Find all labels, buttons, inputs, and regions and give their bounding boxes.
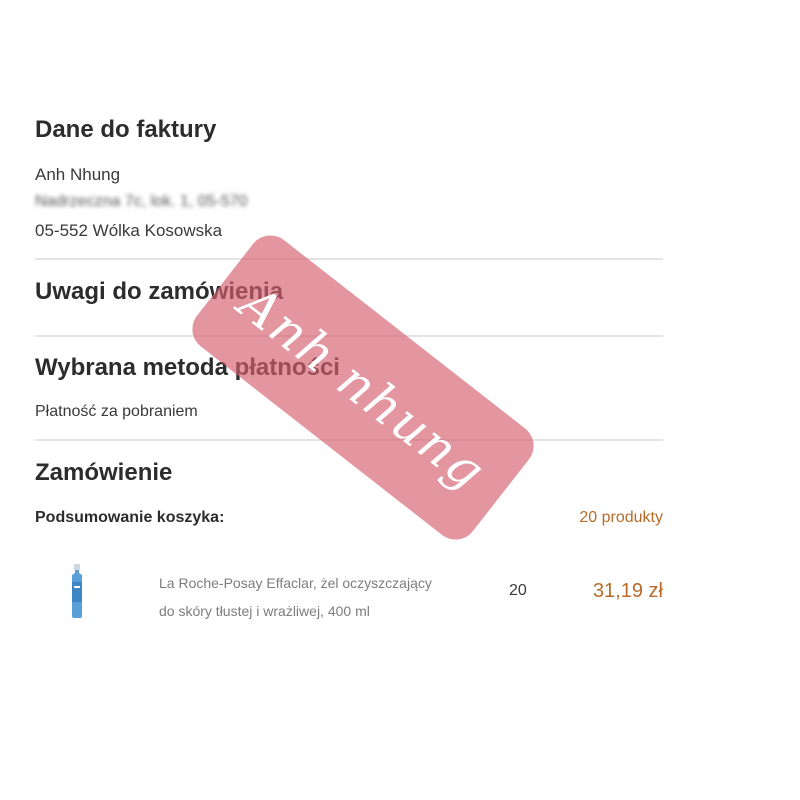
billing-name: Anh Nhung: [35, 165, 121, 184]
watermark-text: Anh nhung: [228, 273, 498, 502]
payment-title: Wybrana metoda płatności: [35, 354, 340, 381]
billing-title: Dane do faktury: [35, 116, 217, 143]
divider: [35, 439, 663, 441]
billing-street: Nadrzeczna 7c, lok. 1, 05-570: [35, 193, 248, 210]
cart-summary-label: Podsumowanie koszyka:: [35, 509, 225, 526]
product-count: 20 produkty: [579, 509, 663, 526]
notes-title[interactable]: Uwagi do zamówienia: [35, 278, 283, 306]
order-title: Zamówienie: [35, 459, 173, 486]
product-price: 31,19 zł: [592, 580, 663, 602]
watermark-stamp: Anh nhung: [183, 226, 543, 549]
product-quantity: 20: [509, 582, 527, 599]
product-bottle-icon[interactable]: [66, 564, 88, 618]
payment-method: Płatność za pobraniem: [35, 403, 198, 420]
billing-city: 05-552 Wólka Kosowska: [35, 221, 223, 240]
divider: [35, 335, 663, 337]
product-name-line2: do skóry tłustej i wrażliwej, 400 ml: [159, 603, 370, 619]
product-name-line1: La Roche-Posay Effaclar, żel oczyszczają…: [159, 575, 432, 591]
divider: [35, 258, 663, 260]
